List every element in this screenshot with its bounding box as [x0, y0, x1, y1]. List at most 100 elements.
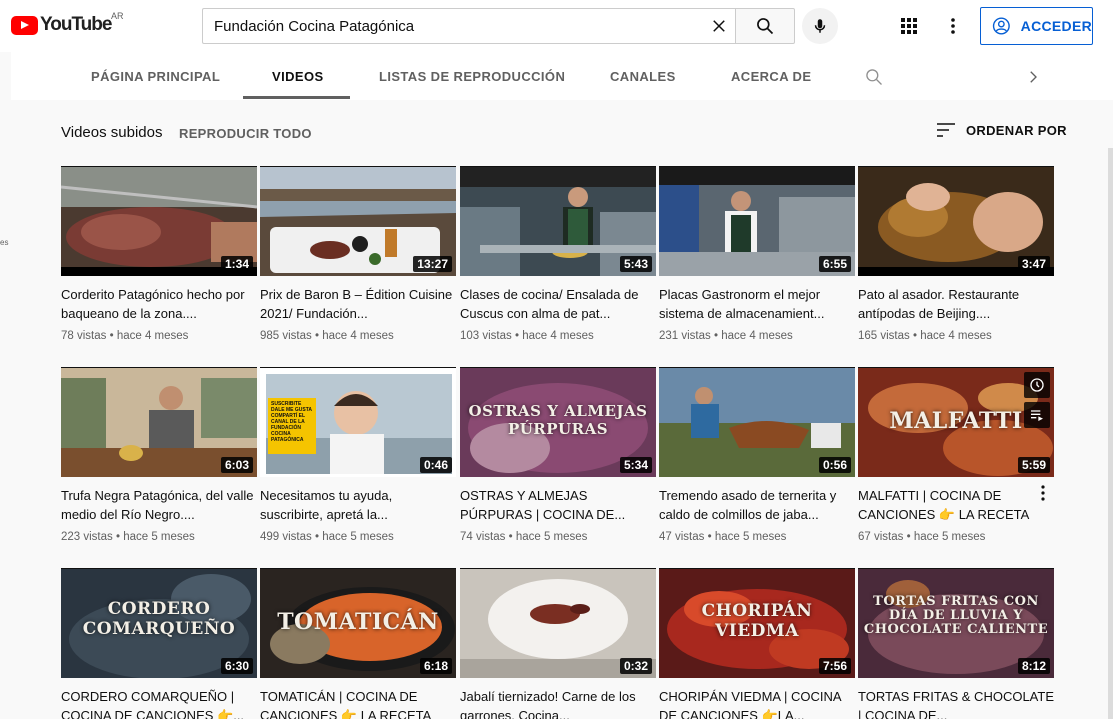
video-card[interactable]: 0:56 Tremendo asado de ternerita y caldo… — [659, 367, 855, 543]
youtube-logo[interactable]: YouTube AR — [11, 11, 124, 36]
view-count: 74 vistas — [460, 531, 506, 543]
search-input[interactable]: Fundación Cocina Patagónica — [202, 8, 736, 44]
tab-home[interactable]: PÁGINA PRINCIPAL — [91, 52, 220, 100]
video-thumbnail[interactable]: SUSCRIBITE DALE ME GUSTA COMPARTÍ EL CAN… — [260, 367, 456, 477]
video-title[interactable]: Placas Gastronorm el mejor sistema de al… — [659, 285, 855, 323]
upload-age: hace 5 meses — [515, 531, 588, 543]
video-title[interactable]: Pato al asador. Restaurante antípodas de… — [858, 285, 1054, 323]
video-duration: 6:03 — [220, 457, 253, 473]
logo-text: YouTube — [40, 14, 112, 35]
video-title[interactable]: CHORIPÁN VIEDMA | COCINA DE CANCIONES 👉L… — [659, 687, 855, 719]
upload-age: hace 5 meses — [322, 531, 394, 543]
tab-about[interactable]: ACERCA DE — [731, 52, 811, 100]
video-card[interactable]: CORDERO COMARQUEÑO 6:30 CORDERO COMARQUE… — [61, 568, 257, 719]
upload-age: hace 5 meses — [714, 531, 787, 543]
video-thumbnail[interactable]: 1:34 — [61, 166, 257, 276]
view-count: 231 vistas — [659, 330, 711, 342]
view-count: 499 vistas — [260, 531, 312, 543]
video-thumbnail[interactable]: TOMATICÁN 6:18 — [260, 568, 456, 678]
thumbnail-title-text: CORDERO COMARQUEÑO — [82, 599, 236, 639]
video-title[interactable]: MALFATTI | COCINA DE CANCIONES 👉 LA RECE… — [858, 486, 1054, 524]
watch-later-button[interactable] — [1024, 372, 1050, 398]
active-tab-indicator — [243, 96, 350, 99]
video-title[interactable]: Corderito Patagónico hecho por baqueano … — [61, 285, 257, 323]
video-card[interactable]: CHORIPÁN VIEDMA 7:56 CHORIPÁN VIEDMA | C… — [659, 568, 855, 719]
video-card[interactable]: 5:43 Clases de cocina/ Ensalada de Cuscu… — [460, 166, 656, 342]
video-thumbnail[interactable]: 3:47 — [858, 166, 1054, 276]
tab-videos[interactable]: VIDEOS — [272, 52, 324, 100]
channel-tabs: PÁGINA PRINCIPAL VIDEOS LISTAS DE REPROD… — [11, 52, 1113, 100]
apps-grid-icon[interactable] — [900, 17, 918, 35]
video-card[interactable]: MALFATTI 5:59 MALFATTI | COCINA DE CANCI… — [858, 367, 1054, 543]
country-code: AR — [111, 11, 124, 21]
video-title[interactable]: OSTRAS Y ALMEJAS PÚRPURAS | COCINA DE... — [460, 486, 656, 524]
section-title: Videos subidos — [61, 124, 163, 141]
add-to-queue-button[interactable] — [1024, 402, 1050, 428]
video-meta: 499 vistas • hace 5 meses — [260, 531, 394, 543]
video-title[interactable]: Prix de Baron B – Édition Cuisine 2021/ … — [260, 285, 456, 323]
video-title[interactable]: TOMATICÁN | COCINA DE CANCIONES 👉 LA REC… — [260, 687, 456, 719]
video-duration: 1:34 — [220, 256, 253, 272]
video-card[interactable]: 6:55 Placas Gastronorm el mejor sistema … — [659, 166, 855, 342]
video-card[interactable]: TOMATICÁN 6:18 TOMATICÁN | COCINA DE CAN… — [260, 568, 456, 719]
video-title[interactable]: Tremendo asado de ternerita y caldo de c… — [659, 486, 855, 524]
video-title[interactable]: Trufa Negra Patagónica, del valle medio … — [61, 486, 257, 524]
video-title[interactable]: Jabalí tiernizado! Carne de los garrones… — [460, 687, 656, 719]
video-card[interactable]: OSTRAS Y ALMEJAS PÚRPURAS 5:34 OSTRAS Y … — [460, 367, 656, 543]
chevron-right-icon[interactable] — [1024, 68, 1042, 86]
video-thumbnail[interactable]: 13:27 — [260, 166, 456, 276]
view-count: 985 vistas — [260, 330, 312, 342]
view-count: 165 vistas — [858, 330, 910, 342]
youtube-play-icon — [11, 15, 38, 35]
video-card[interactable]: 6:03 Trufa Negra Patagónica, del valle m… — [61, 367, 257, 543]
view-count: 103 vistas — [460, 330, 512, 342]
more-vert-icon[interactable] — [944, 16, 962, 36]
close-icon[interactable] — [710, 17, 728, 35]
video-title[interactable]: CORDERO COMARQUEÑO | COCINA DE CANCIONES… — [61, 687, 257, 719]
video-title[interactable]: Clases de cocina/ Ensalada de Cuscus con… — [460, 285, 656, 323]
upload-age: hace 4 meses — [721, 330, 793, 342]
channel-search-icon[interactable] — [864, 67, 884, 87]
scrollbar[interactable] — [1108, 148, 1113, 719]
sign-in-button[interactable]: ACCEDER — [980, 7, 1093, 45]
tab-channels[interactable]: CANALES — [610, 52, 676, 100]
account-icon — [992, 17, 1010, 35]
sort-button[interactable]: ORDENAR POR — [936, 122, 1067, 138]
video-thumbnail[interactable]: 6:03 — [61, 367, 257, 477]
video-duration: 6:30 — [220, 658, 253, 674]
video-card[interactable]: 1:34 Corderito Patagónico hecho por baqu… — [61, 166, 257, 342]
video-duration: 5:59 — [1017, 457, 1050, 473]
video-card[interactable]: SUSCRIBITE DALE ME GUSTA COMPARTÍ EL CAN… — [260, 367, 456, 543]
video-duration: 3:47 — [1017, 256, 1050, 272]
video-title[interactable]: Necesitamos tu ayuda, suscribirte, apret… — [260, 486, 456, 524]
upload-age: hace 5 meses — [913, 531, 986, 543]
sort-label: ORDENAR POR — [966, 122, 1067, 138]
video-menu-icon[interactable] — [1036, 484, 1050, 502]
video-thumbnail[interactable]: TORTAS FRITAS CON DÍA DE LLUVIA Y CHOCOL… — [858, 568, 1054, 678]
play-all-button[interactable]: REPRODUCIR TODO — [179, 126, 312, 141]
video-card[interactable]: 13:27 Prix de Baron B – Édition Cuisine … — [260, 166, 456, 342]
video-thumbnail[interactable]: 0:56 — [659, 367, 855, 477]
video-thumbnail[interactable]: 0:32 — [460, 568, 656, 678]
video-thumbnail[interactable]: 5:43 — [460, 166, 656, 276]
subscribe-card: SUSCRIBITE DALE ME GUSTA COMPARTÍ EL CAN… — [268, 398, 316, 454]
video-thumbnail[interactable]: 6:55 — [659, 166, 855, 276]
voice-search-button[interactable] — [802, 8, 838, 44]
video-thumbnail[interactable]: OSTRAS Y ALMEJAS PÚRPURAS 5:34 — [460, 367, 656, 477]
tab-playlists[interactable]: LISTAS DE REPRODUCCIÓN — [379, 52, 565, 100]
video-thumbnail[interactable]: CHORIPÁN VIEDMA 7:56 — [659, 568, 855, 678]
video-thumbnail[interactable]: MALFATTI 5:59 — [858, 367, 1054, 477]
view-count: 78 vistas — [61, 330, 107, 342]
video-card[interactable]: 3:47 Pato al asador. Restaurante antípod… — [858, 166, 1054, 342]
queue-icon — [1031, 410, 1043, 421]
video-thumbnail[interactable]: CORDERO COMARQUEÑO 6:30 — [61, 568, 257, 678]
video-duration: 0:46 — [419, 457, 452, 473]
thumbnail-title-text: OSTRAS Y ALMEJAS PÚRPURAS — [468, 402, 648, 438]
video-duration: 5:43 — [619, 256, 652, 272]
thumbnail-title-text: TORTAS FRITAS CON DÍA DE LLUVIA Y CHOCOL… — [863, 594, 1049, 637]
video-duration: 5:34 — [619, 457, 652, 473]
video-title[interactable]: TORTAS FRITAS & CHOCOLATE | COCINA DE... — [858, 687, 1054, 719]
video-card[interactable]: 0:32 Jabalí tiernizado! Carne de los gar… — [460, 568, 656, 719]
search-button[interactable] — [735, 8, 795, 44]
video-card[interactable]: TORTAS FRITAS CON DÍA DE LLUVIA Y CHOCOL… — [858, 568, 1054, 719]
